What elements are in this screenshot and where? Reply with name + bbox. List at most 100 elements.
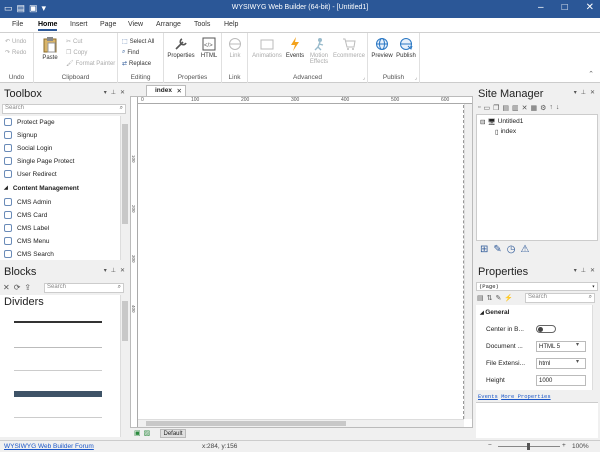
tree-page-index[interactable]: ▯ index bbox=[495, 128, 516, 136]
move-down-icon[interactable]: ↓ bbox=[556, 104, 560, 112]
toolbox-item[interactable]: CMS Search bbox=[4, 248, 54, 260]
toolbox-item[interactable]: CMS Label bbox=[4, 222, 49, 234]
divider-preview[interactable] bbox=[14, 347, 102, 348]
properties-button[interactable]: Properties bbox=[166, 37, 196, 59]
preview-button[interactable]: Preview bbox=[370, 37, 394, 59]
expand-icon[interactable]: ⊟ bbox=[480, 118, 485, 126]
collapse-ribbon-icon[interactable]: ⌃ bbox=[588, 70, 594, 78]
minimize-icon[interactable]: – bbox=[538, 2, 544, 13]
toolbox-item[interactable]: Protect Page bbox=[4, 116, 55, 128]
menu-page[interactable]: Page bbox=[100, 21, 116, 28]
pin-icon[interactable]: ✎ bbox=[493, 244, 501, 255]
motion-effects-button[interactable]: Motion Effects bbox=[306, 37, 332, 65]
divider-preview[interactable] bbox=[14, 417, 102, 418]
categorized-icon[interactable]: ▤ bbox=[477, 294, 484, 302]
replace-button[interactable]: ⇄ Replace bbox=[122, 60, 151, 68]
site-manager-pin-icon[interactable]: ⊥ bbox=[581, 89, 586, 96]
divider-preview[interactable] bbox=[14, 391, 102, 397]
property-section[interactable]: ◢ General bbox=[480, 309, 509, 316]
toolbox-scroll-thumb[interactable] bbox=[122, 124, 128, 224]
height-input[interactable]: 1000 bbox=[536, 374, 586, 386]
properties-search-input[interactable]: Search ⌕ bbox=[525, 293, 595, 303]
toolbox-item[interactable]: CMS Card bbox=[4, 209, 47, 221]
zoom-slider-thumb[interactable] bbox=[527, 443, 530, 450]
publish-button[interactable]: Publish bbox=[394, 37, 418, 59]
copy-button[interactable]: ❐ Copy bbox=[66, 49, 87, 57]
layout-icon[interactable]: ▨ bbox=[144, 429, 151, 437]
menu-arrange[interactable]: Arrange bbox=[156, 21, 181, 28]
format-painter-button[interactable]: 🖌 Format Painter bbox=[66, 60, 115, 68]
layout-default-tab[interactable]: Default bbox=[160, 429, 186, 438]
zoom-in-icon[interactable]: + bbox=[562, 442, 566, 449]
paste-button[interactable]: Paste bbox=[39, 37, 61, 61]
maximize-icon[interactable]: □ bbox=[562, 2, 568, 13]
ecommerce-button[interactable]: Ecommerce bbox=[332, 37, 366, 59]
tab-close-icon[interactable]: ✕ bbox=[177, 87, 182, 95]
menu-insert[interactable]: Insert bbox=[70, 21, 88, 28]
rename-icon[interactable]: ▥ bbox=[512, 104, 519, 112]
center-toggle[interactable] bbox=[536, 325, 556, 333]
divider-preview[interactable] bbox=[14, 370, 102, 371]
toolbox-scrollbar[interactable] bbox=[120, 116, 128, 260]
move-up-icon[interactable]: ↑ bbox=[549, 104, 553, 112]
forum-link[interactable]: WYSIWYG Web Builder Forum bbox=[4, 443, 94, 450]
animations-button[interactable]: Animations bbox=[250, 37, 284, 59]
menu-file[interactable]: File bbox=[12, 21, 23, 28]
toolbox-close-icon[interactable]: ✕ bbox=[120, 89, 125, 96]
sitemap-icon[interactable]: ⊞ bbox=[480, 244, 488, 255]
site-manager-dropdown-icon[interactable]: ▾ bbox=[574, 89, 577, 96]
close-icon[interactable]: ✕ bbox=[586, 2, 594, 13]
toolbox-item[interactable]: Single Page Protect bbox=[4, 155, 74, 167]
site-manager-close-icon[interactable]: ✕ bbox=[590, 89, 595, 96]
toolbox-item[interactable]: User Redirect bbox=[4, 168, 57, 180]
toolbox-item[interactable]: CMS Admin bbox=[4, 196, 51, 208]
blocks-scroll-thumb[interactable] bbox=[122, 301, 128, 341]
close-block-icon[interactable]: ✕ bbox=[3, 283, 10, 292]
new-folder-icon[interactable]: ▭ bbox=[483, 104, 490, 112]
toolbox-dropdown-icon[interactable]: ▾ bbox=[104, 89, 107, 96]
blocks-dropdown-icon[interactable]: ▾ bbox=[104, 267, 107, 274]
zoom-slider[interactable] bbox=[498, 443, 560, 450]
find-button[interactable]: ⌕ Find bbox=[122, 49, 139, 56]
properties-object-select[interactable]: (Page) ▾ bbox=[476, 282, 598, 291]
menu-view[interactable]: View bbox=[128, 21, 143, 28]
redo-button[interactable]: ↷ Redo bbox=[5, 49, 26, 57]
tab-index[interactable]: index ✕ bbox=[146, 85, 186, 96]
properties-close-icon[interactable]: ✕ bbox=[590, 267, 595, 274]
chevron-down-icon[interactable]: ▾ bbox=[576, 341, 579, 348]
grid-icon[interactable]: ▣ bbox=[134, 429, 141, 437]
refresh-icon[interactable]: ⟳ bbox=[14, 283, 21, 292]
toolbox-section-header[interactable]: ◢ Content Management bbox=[4, 182, 79, 194]
events-button[interactable]: Events bbox=[284, 37, 306, 59]
blocks-close-icon[interactable]: ✕ bbox=[120, 267, 125, 274]
blocks-scrollbar[interactable] bbox=[120, 295, 128, 437]
menu-tools[interactable]: Tools bbox=[194, 21, 210, 28]
link-button[interactable]: Link bbox=[224, 37, 246, 59]
events-link[interactable]: Events bbox=[478, 393, 498, 400]
zoom-out-icon[interactable]: − bbox=[488, 442, 492, 449]
divider-preview[interactable] bbox=[14, 321, 102, 323]
toolbox-item[interactable]: CMS Menu bbox=[4, 235, 50, 247]
delete-page-icon[interactable]: ✕ bbox=[522, 104, 528, 112]
copy-page-icon[interactable]: ❐ bbox=[493, 104, 499, 112]
export-icon[interactable]: ▤ bbox=[502, 104, 509, 112]
import-icon[interactable]: ⇪ bbox=[24, 283, 31, 292]
canvas-hscrollbar[interactable] bbox=[138, 419, 464, 427]
canvas-vscrollbar[interactable] bbox=[464, 104, 472, 419]
properties-dropdown-icon[interactable]: ▾ bbox=[574, 267, 577, 274]
properties-page-icon[interactable]: ▦ bbox=[531, 104, 538, 112]
undo-button[interactable]: ↶ Undo bbox=[5, 38, 26, 46]
blocks-search-input[interactable]: Search ⌕ bbox=[44, 283, 124, 293]
tree-root[interactable]: ⊟ 🖥 Untitled1 bbox=[480, 118, 523, 126]
canvas-hscroll-thumb[interactable] bbox=[146, 421, 346, 426]
properties-pin-icon[interactable]: ⊥ bbox=[581, 267, 586, 274]
events-icon[interactable]: ⚡ bbox=[504, 294, 513, 302]
new-page-icon[interactable]: ▫ bbox=[478, 104, 480, 112]
warning-icon[interactable]: ⚠ bbox=[521, 244, 530, 255]
properties-scrollbar[interactable] bbox=[592, 305, 598, 390]
history-icon[interactable]: ◷ bbox=[507, 244, 516, 255]
menu-home[interactable]: Home bbox=[38, 21, 58, 31]
select-all-button[interactable]: ⬚ Select All bbox=[122, 38, 154, 46]
blocks-pin-icon[interactable]: ⊥ bbox=[111, 267, 116, 274]
toolbox-pin-icon[interactable]: ⊥ bbox=[111, 89, 116, 96]
